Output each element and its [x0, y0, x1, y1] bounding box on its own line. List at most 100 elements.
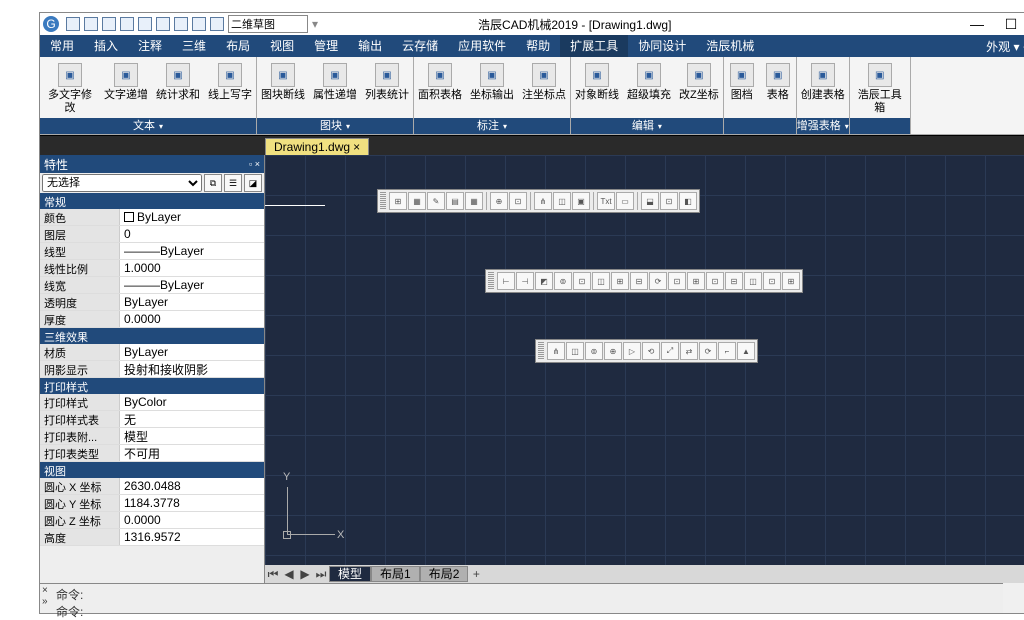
property-row[interactable]: 材质ByLayer: [40, 344, 264, 361]
ribbon-group-label[interactable]: 标注: [414, 118, 570, 134]
property-group-header[interactable]: 三维效果: [40, 328, 264, 344]
qat-save-icon[interactable]: [102, 17, 116, 31]
property-value[interactable]: 2630.0488: [120, 478, 264, 494]
tb1-icon[interactable]: ⬓: [641, 192, 659, 210]
ribbon-button[interactable]: ▣改Z坐标: [675, 57, 723, 118]
property-row[interactable]: 打印样式表无: [40, 411, 264, 428]
layout-tab[interactable]: 模型: [329, 566, 371, 582]
toolbar-grip[interactable]: [538, 342, 544, 360]
ribbon-group-label[interactable]: 文本: [40, 118, 256, 134]
ribbon-button[interactable]: ▣坐标输出: [466, 57, 518, 118]
tb3-icon[interactable]: ◫: [566, 342, 584, 360]
quick-select-button[interactable]: ⧉: [204, 174, 222, 192]
qat-open-icon[interactable]: [84, 17, 98, 31]
tb1-icon[interactable]: ◧: [679, 192, 697, 210]
tb1-icon[interactable]: ✎: [427, 192, 445, 210]
property-group-header[interactable]: 打印样式: [40, 378, 264, 394]
ribbon-button[interactable]: ▣多文字修改: [40, 57, 100, 118]
ribbon-group-label[interactable]: 编辑: [571, 118, 723, 134]
ribbon-group-label[interactable]: 图块: [257, 118, 413, 134]
menu-item[interactable]: 管理: [304, 35, 348, 57]
tb1-icon[interactable]: ▦: [408, 192, 426, 210]
layout-tab[interactable]: 布局2: [420, 566, 469, 582]
tb3-icon[interactable]: ⟲: [642, 342, 660, 360]
tb2-icon[interactable]: ⟳: [649, 272, 667, 290]
tb2-icon[interactable]: ⊞: [782, 272, 800, 290]
property-row[interactable]: 线性比例1.0000: [40, 260, 264, 277]
property-value[interactable]: ByLayer: [120, 344, 264, 360]
tb2-icon[interactable]: ⊟: [630, 272, 648, 290]
menu-item[interactable]: 三维: [172, 35, 216, 57]
menu-item[interactable]: 视图: [260, 35, 304, 57]
tb3-icon[interactable]: ⇄: [680, 342, 698, 360]
menu-item[interactable]: 插入: [84, 35, 128, 57]
property-value[interactable]: ByLayer: [120, 209, 264, 225]
drawing-canvas[interactable]: ⊞▦✎▤▦⊕⊡⋔◫▣Txt▭⬓⊡◧ ⊢⊣◩⊚⊡◫⊞⊟⟳⊡⊞⊡⊟◫⊡⊞ ⋔◫⊚⊕▷…: [265, 155, 1024, 583]
toolbar-grip[interactable]: [380, 192, 386, 210]
property-value[interactable]: 1184.3778: [120, 495, 264, 511]
property-group-header[interactable]: 视图: [40, 462, 264, 478]
tb2-icon[interactable]: ◫: [744, 272, 762, 290]
property-row[interactable]: 圆心 Y 坐标1184.3778: [40, 495, 264, 512]
qat-print-icon[interactable]: [138, 17, 152, 31]
tb3-icon[interactable]: ⟳: [699, 342, 717, 360]
layout-add-icon[interactable]: +: [468, 567, 484, 581]
floating-toolbar-2[interactable]: ⊢⊣◩⊚⊡◫⊞⊟⟳⊡⊞⊡⊟◫⊡⊞: [485, 269, 803, 293]
ribbon-button[interactable]: ▣属性递增: [309, 57, 361, 118]
selection-combo[interactable]: 无选择: [42, 174, 202, 192]
property-row[interactable]: 图层0: [40, 226, 264, 243]
tb2-icon[interactable]: ⊣: [516, 272, 534, 290]
workspace-combo[interactable]: [228, 15, 308, 33]
ribbon-button[interactable]: ▣列表统计: [361, 57, 413, 118]
tb1-icon[interactable]: ⋔: [534, 192, 552, 210]
property-value[interactable]: 投射和接收阴影: [120, 361, 264, 377]
property-row[interactable]: 厚度0.0000: [40, 311, 264, 328]
tb3-icon[interactable]: ⊕: [604, 342, 622, 360]
document-tab[interactable]: Drawing1.dwg ×: [265, 138, 369, 155]
ribbon-button[interactable]: ▣图块断线: [257, 57, 309, 118]
property-value[interactable]: ByColor: [120, 394, 264, 410]
property-row[interactable]: 打印表类型不可用: [40, 445, 264, 462]
menu-item[interactable]: 扩展工具: [560, 35, 628, 57]
tb2-icon[interactable]: ⊚: [554, 272, 572, 290]
property-value[interactable]: 1.0000: [120, 260, 264, 276]
layout-prev-icon[interactable]: ◀: [281, 567, 297, 581]
floating-toolbar-3[interactable]: ⋔◫⊚⊕▷⟲⤢⇄⟳⌐▲: [535, 339, 758, 363]
tb1-icon[interactable]: ⊞: [389, 192, 407, 210]
menu-item[interactable]: 输出: [348, 35, 392, 57]
property-row[interactable]: 线宽———ByLayer: [40, 277, 264, 294]
property-row[interactable]: 圆心 X 坐标2630.0488: [40, 478, 264, 495]
property-row[interactable]: 阴影显示投射和接收阴影: [40, 361, 264, 378]
menu-item[interactable]: 云存储: [392, 35, 448, 57]
toolbar-grip[interactable]: [488, 272, 494, 290]
tb2-icon[interactable]: ⊞: [611, 272, 629, 290]
property-value[interactable]: 无: [120, 411, 264, 427]
property-value[interactable]: 不可用: [120, 445, 264, 461]
floating-toolbar-1[interactable]: ⊞▦✎▤▦⊕⊡⋔◫▣Txt▭⬓⊡◧: [377, 189, 700, 213]
layout-next-icon[interactable]: ▶: [297, 567, 313, 581]
ribbon-button[interactable]: ▣统计求和: [152, 57, 204, 118]
property-value[interactable]: ———ByLayer: [120, 243, 264, 259]
minimize-button[interactable]: —: [960, 13, 994, 35]
property-row[interactable]: 打印表附...模型: [40, 428, 264, 445]
tb2-icon[interactable]: ⊞: [687, 272, 705, 290]
tb3-icon[interactable]: ⤢: [661, 342, 679, 360]
maximize-button[interactable]: ☐: [994, 13, 1024, 35]
layout-last-icon[interactable]: ⏭: [313, 567, 329, 582]
layout-first-icon[interactable]: ⏮: [265, 567, 281, 582]
qat-workspace-icon[interactable]: [210, 17, 224, 31]
command-prompt[interactable]: 命令:: [56, 603, 1003, 620]
chevron-down-icon[interactable]: ▾: [312, 17, 318, 31]
menu-item[interactable]: 应用软件: [448, 35, 516, 57]
command-bar[interactable]: ×» 命令: 命令:: [40, 583, 1003, 613]
cmdbar-close-icon[interactable]: ×»: [42, 585, 48, 607]
qat-undo-icon[interactable]: [174, 17, 188, 31]
property-value[interactable]: 0.0000: [120, 311, 264, 327]
menu-item[interactable]: 常用: [40, 35, 84, 57]
qat-saveas-icon[interactable]: [120, 17, 134, 31]
property-value[interactable]: 1316.9572: [120, 529, 264, 545]
tb2-icon[interactable]: ⊟: [725, 272, 743, 290]
tb3-icon[interactable]: ▲: [737, 342, 755, 360]
tb3-icon[interactable]: ⊚: [585, 342, 603, 360]
ribbon-button[interactable]: ▣图档: [724, 57, 760, 118]
